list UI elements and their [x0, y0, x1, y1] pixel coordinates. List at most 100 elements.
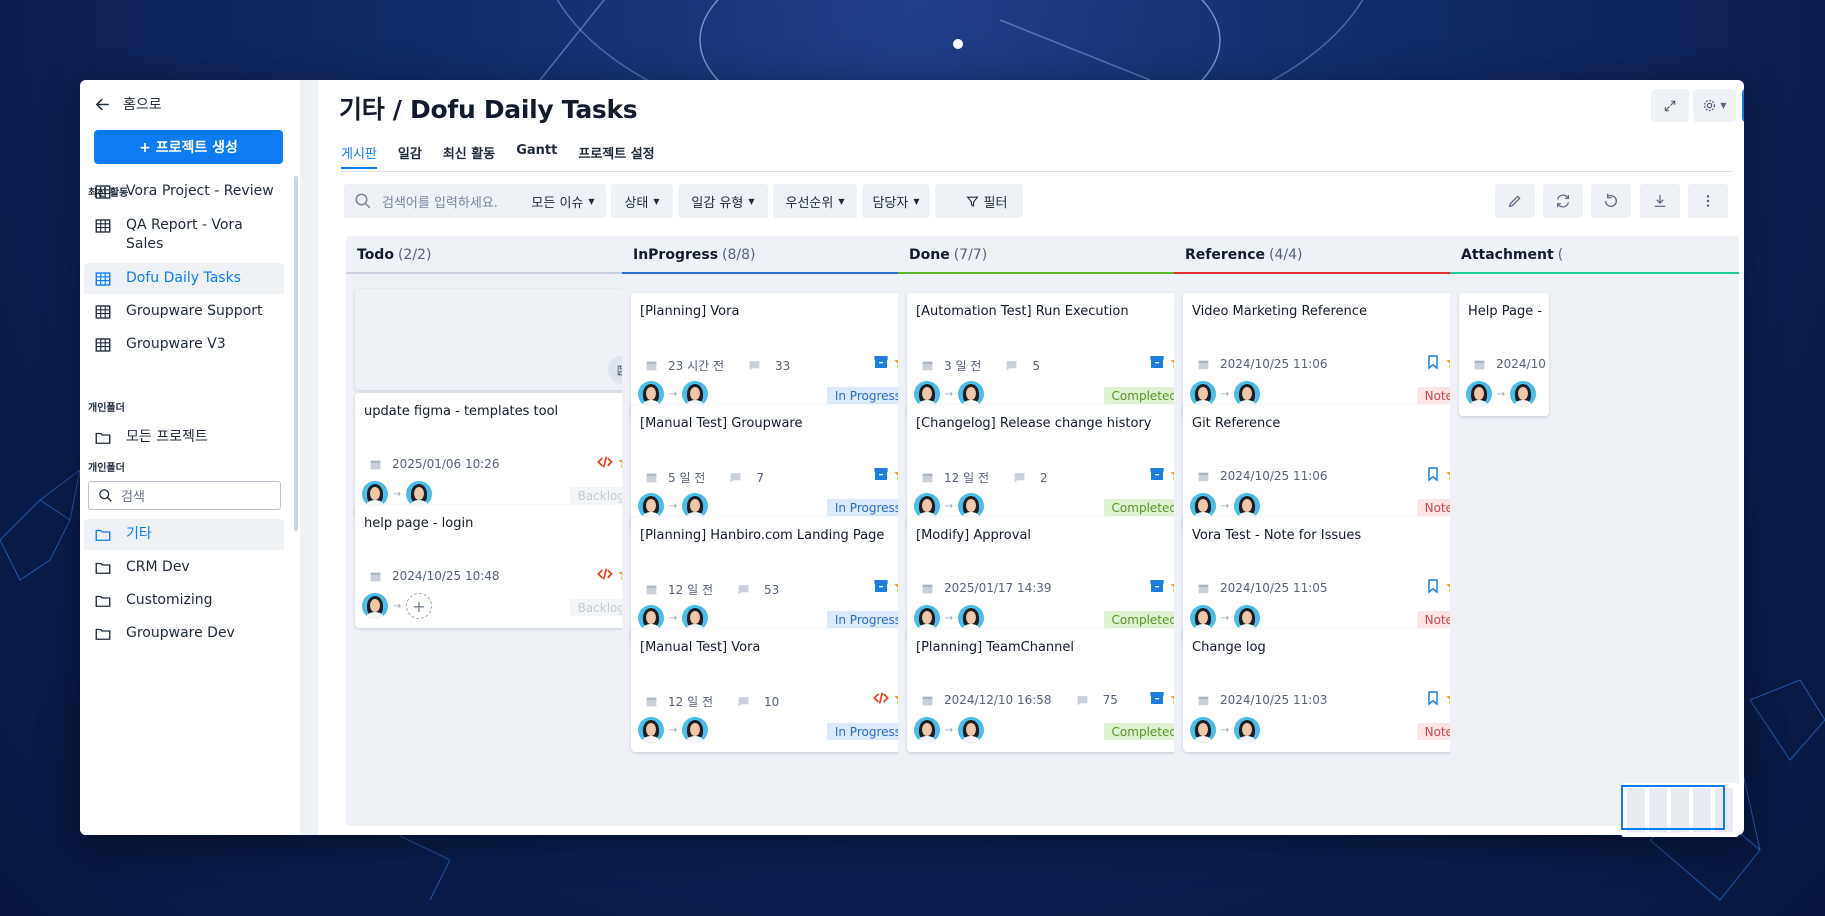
- filter-dropdown[interactable]: 상태 ▼: [611, 184, 673, 218]
- search-input[interactable]: 검색어를 입력하세요.: [344, 184, 545, 218]
- task-card[interactable]: [Changelog] Release change history 12 일 전…: [907, 405, 1194, 528]
- tab-item[interactable]: Gantt: [516, 143, 557, 169]
- card-people: → +: [362, 593, 432, 619]
- assignee-avatar[interactable]: [958, 717, 984, 743]
- assignee-avatar[interactable]: [638, 493, 664, 519]
- assignee-avatar[interactable]: [1190, 381, 1216, 407]
- task-card[interactable]: [Planning] Vora 23 시간 전 33 → In Progress: [631, 293, 918, 416]
- task-card[interactable]: Video Marketing Reference 2024/10/25 11:0…: [1183, 293, 1470, 416]
- assignee-avatar[interactable]: [1234, 717, 1260, 743]
- search-placeholder: 검색어를 입력하세요.: [382, 195, 498, 211]
- sidebar-search-input[interactable]: 검색: [88, 481, 281, 510]
- column-title: InProgress: [633, 247, 719, 263]
- calendar-icon: [922, 361, 933, 371]
- assignee-avatar[interactable]: [406, 481, 432, 507]
- task-card[interactable]: update figma - templates tool 2025/01/06 …: [355, 393, 642, 516]
- assignee-avatar[interactable]: [1190, 493, 1216, 519]
- new-project-button[interactable]: + 프로젝트 생성: [94, 130, 283, 164]
- sidebar-item-project[interactable]: Groupware Support: [84, 296, 284, 327]
- assignee-avatar[interactable]: [1234, 493, 1260, 519]
- sidebar-item-all-projects[interactable]: 모든 프로젝트: [84, 422, 284, 453]
- status-badge: Completed: [1103, 499, 1185, 516]
- filter-dropdown[interactable]: 담당자 ▼: [862, 184, 930, 218]
- assignee-avatar[interactable]: [1510, 381, 1536, 407]
- assignee-avatar[interactable]: [682, 381, 708, 407]
- assignee-avatar[interactable]: [638, 717, 664, 743]
- assignee-avatar[interactable]: [1234, 381, 1260, 407]
- assignee-avatar[interactable]: [958, 493, 984, 519]
- filter-dropdown[interactable]: 우선순위 ▼: [773, 184, 857, 218]
- fullscreen-button[interactable]: [1651, 89, 1689, 122]
- sidebar-item-project[interactable]: Dofu Daily Tasks: [84, 263, 284, 294]
- tab-item[interactable]: 프로젝트 설정: [578, 143, 654, 169]
- assignee-avatar[interactable]: [914, 605, 940, 631]
- task-card[interactable]: [Manual Test] Vora 12 일 전 10 → In Progress: [631, 629, 918, 752]
- assignee-avatar[interactable]: [958, 605, 984, 631]
- tab-item[interactable]: 최신 활동: [443, 143, 495, 169]
- sidebar-item-project[interactable]: Groupware V3: [84, 329, 284, 360]
- minimap-viewport[interactable]: [1621, 785, 1725, 830]
- sidebar-item-folder[interactable]: 기타: [84, 519, 284, 550]
- assignee-avatar[interactable]: [1190, 717, 1216, 743]
- card-comments: 7: [729, 471, 764, 485]
- comment-count: 33: [775, 358, 791, 373]
- sidebar-item-folder[interactable]: Customizing: [84, 585, 284, 616]
- sidebar-scrollbar[interactable]: [294, 176, 298, 531]
- assignee-avatar[interactable]: [914, 493, 940, 519]
- sidebar-item-folder[interactable]: Groupware Dev: [84, 618, 284, 649]
- sidebar-item-project[interactable]: Vora Project - Review: [84, 176, 284, 207]
- card-people: →: [638, 605, 708, 631]
- task-card[interactable]: [Planning] Hanbiro.com Landing Page 12 일 …: [631, 517, 918, 640]
- new-card-draft[interactable]: [355, 289, 642, 390]
- assignee-avatar[interactable]: [1466, 381, 1492, 407]
- task-card[interactable]: [Modify] Approval 2025/01/17 14:39 → Comple…: [907, 517, 1194, 640]
- assignee-avatar[interactable]: [362, 593, 388, 619]
- calendar-icon: [1198, 584, 1209, 593]
- assignee-avatar[interactable]: [1234, 605, 1260, 631]
- more-button[interactable]: [1688, 184, 1728, 218]
- assignee-avatar[interactable]: [682, 717, 708, 743]
- task-card[interactable]: [Manual Test] Groupware 5 일 전 7 → In Progres…: [631, 405, 918, 528]
- board-minimap[interactable]: [1621, 783, 1739, 837]
- task-card[interactable]: [Planning] TeamChannel 2024/12/10 16:58 75…: [907, 629, 1194, 752]
- add-assignee-button[interactable]: +: [406, 593, 432, 619]
- filter-dropdown[interactable]: 모든 이슈 ▼: [520, 184, 606, 218]
- tab-item[interactable]: 게시판: [341, 143, 377, 169]
- download-button[interactable]: [1640, 184, 1680, 218]
- task-card[interactable]: Help Page - 2024/10 →: [1459, 293, 1549, 416]
- download-icon: [1654, 195, 1666, 207]
- assignee-avatar[interactable]: [682, 605, 708, 631]
- code-icon: [597, 568, 613, 580]
- reset-button[interactable]: [1591, 184, 1631, 218]
- card-title: [Planning] TeamChannel: [916, 640, 1075, 655]
- task-card[interactable]: help page - login 2024/10/25 10:48 → + Backl…: [355, 505, 642, 628]
- sidebar-item-project[interactable]: QA Report - Vora Sales: [84, 210, 284, 260]
- task-card[interactable]: [Automation Test] Run Execution 3 일 전 5 → Co…: [907, 293, 1194, 416]
- search-icon: [355, 193, 371, 209]
- card-people: →: [638, 717, 708, 743]
- task-card[interactable]: Change log 2024/10/25 11:03 → Note: [1183, 629, 1470, 752]
- sidebar-item-folder[interactable]: CRM Dev: [84, 552, 284, 583]
- assignee-avatar[interactable]: [362, 481, 388, 507]
- task-card[interactable]: Git Reference 2024/10/25 11:06 → Note: [1183, 405, 1470, 528]
- assignee-avatar[interactable]: [638, 605, 664, 631]
- assignee-avatar[interactable]: [682, 493, 708, 519]
- assignee-avatar[interactable]: [638, 381, 664, 407]
- avatar-body: [1238, 624, 1256, 631]
- done-button[interactable]: 완료: [1742, 89, 1744, 122]
- settings-button[interactable]: ▼: [1693, 89, 1736, 122]
- assignee-avatar[interactable]: [958, 381, 984, 407]
- tab-item[interactable]: 일감: [398, 143, 422, 169]
- comment-icon: [730, 473, 741, 483]
- task-card[interactable]: Vora Test - Note for Issues 2024/10/25 11…: [1183, 517, 1470, 640]
- sync-button[interactable]: [1543, 184, 1583, 218]
- sidebar-divider: [300, 80, 318, 835]
- column-count: (8/8): [722, 247, 756, 263]
- back-home-link[interactable]: 홈으로: [94, 92, 162, 116]
- filter-button[interactable]: 필터: [950, 184, 1023, 218]
- filter-dropdown[interactable]: 일감 유형 ▼: [678, 184, 768, 218]
- edit-button[interactable]: [1495, 184, 1535, 218]
- assignee-avatar[interactable]: [914, 381, 940, 407]
- assignee-avatar[interactable]: [1190, 605, 1216, 631]
- assignee-avatar[interactable]: [914, 717, 940, 743]
